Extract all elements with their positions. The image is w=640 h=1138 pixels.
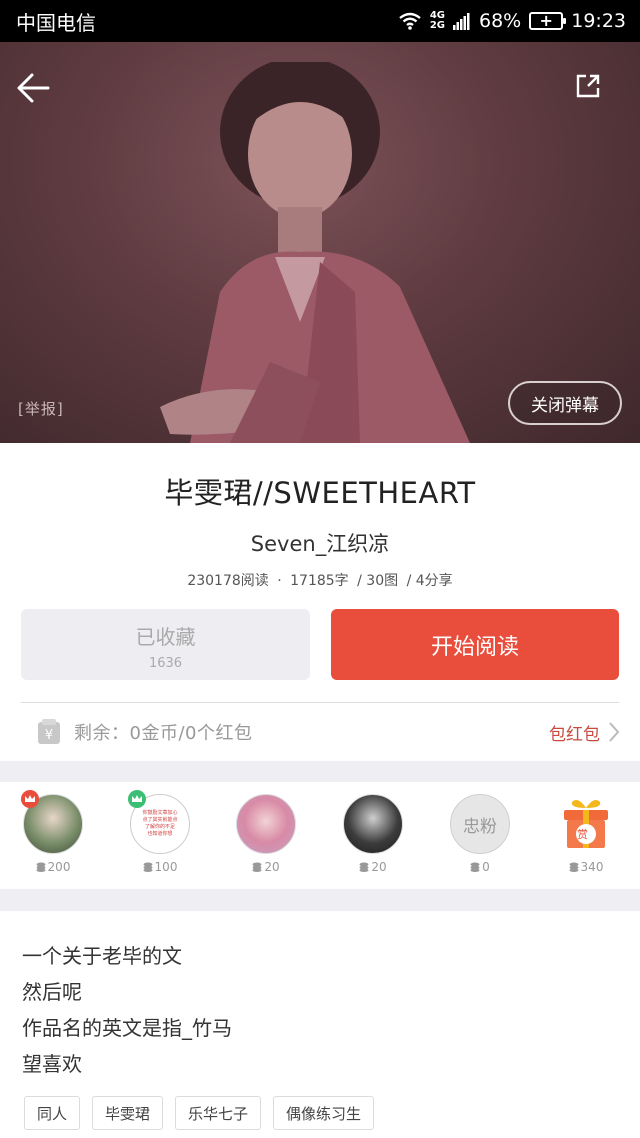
fan-amount: 0 [448, 860, 512, 874]
coin-yen-icon: ¥ [38, 719, 60, 744]
fan-amount: 100 [128, 860, 192, 874]
clock: 19:23 [571, 10, 626, 32]
balance-text: 剩余：0金币/0个红包 [74, 723, 253, 744]
section-gap [0, 761, 640, 782]
section-gap [0, 889, 640, 911]
author-name[interactable]: Seven_江织凉 [0, 528, 640, 558]
crown-badge-icon [21, 790, 39, 808]
share-count: / 4分享 [406, 573, 453, 589]
redpack-label: 包红包 [549, 724, 600, 745]
tag-item[interactable]: 偶像练习生 [273, 1096, 375, 1130]
avatar [343, 794, 403, 854]
description-line: 一个关于老毕的文 [22, 944, 182, 968]
word-count: 17185字 [290, 573, 349, 589]
fan-amount: 20 [341, 860, 405, 874]
favorite-label: 已收藏 [135, 625, 196, 649]
wifi-icon [399, 12, 421, 30]
work-description: 一个关于老毕的文 然后呢 作品名的英文是指_竹马 望喜欢 [22, 938, 622, 1082]
loyal-fan-avatar: 忠粉 [450, 794, 510, 854]
carrier-label: 中国电信 [16, 10, 96, 35]
fans-row: 200 你鼓励文章加心 点了其实就能点 了解你的不足 也知道你想 100 20 [0, 782, 640, 889]
gift-icon: 赏 [556, 794, 616, 854]
description-line: 然后呢 [22, 980, 82, 1004]
coin-stack-icon [359, 862, 369, 872]
description-line: 作品名的英文是指_竹马 [22, 1016, 232, 1040]
report-link[interactable]: [举报] [18, 398, 64, 419]
favorite-count: 1636 [148, 656, 183, 671]
fan-amount: 340 [554, 860, 618, 874]
favorite-button[interactable]: 已收藏 1636 [21, 609, 310, 680]
tag-list: 同人 毕雯珺 乐华七子 偶像练习生 [24, 1096, 375, 1130]
balance-row[interactable]: ¥ 剩余：0金币/0个红包 包红包 [0, 703, 640, 761]
fan-item[interactable]: 200 [21, 790, 85, 874]
avatar [236, 794, 296, 854]
fan-amount: 20 [234, 860, 298, 874]
coin-stack-icon [252, 862, 262, 872]
avatar [21, 790, 83, 854]
share-external-icon[interactable] [574, 72, 602, 100]
tag-item[interactable]: 乐华七子 [175, 1096, 262, 1130]
coin-stack-icon [569, 862, 579, 872]
separator-dot: · [277, 573, 282, 589]
fan-item[interactable]: 忠粉 0 [448, 794, 512, 874]
fan-item[interactable]: 20 [341, 794, 405, 874]
work-title: 毕雯珺//SWEETHEART [164, 476, 476, 510]
cover-image: [举报] 关闭弹幕 [0, 42, 640, 443]
svg-text:¥: ¥ [45, 728, 53, 743]
coin-stack-icon [143, 862, 153, 872]
close-danmaku-button[interactable]: 关闭弹幕 [508, 381, 622, 425]
tag-item[interactable]: 同人 [24, 1096, 81, 1130]
read-count: 230178阅读 [187, 573, 269, 589]
back-arrow-icon[interactable] [14, 68, 54, 108]
coin-stack-icon [36, 862, 46, 872]
battery-percent: 68% [479, 10, 522, 32]
chevron-right-icon [609, 722, 620, 742]
description-line: 望喜欢 [22, 1052, 82, 1076]
start-reading-button[interactable]: 开始阅读 [331, 609, 619, 680]
fan-amount: 200 [21, 860, 85, 874]
cover-portrait [160, 62, 470, 443]
fan-item[interactable]: 20 [234, 794, 298, 874]
reward-gift-item[interactable]: 赏 340 [554, 794, 618, 874]
image-count: / 30图 [357, 573, 399, 589]
status-bar: 中国电信 4G 2G 68% + 19:23 [0, 0, 640, 42]
network-type: 4G 2G [429, 10, 445, 31]
crown-badge-icon [128, 790, 146, 808]
send-redpack-link[interactable]: 包红包 [549, 720, 620, 745]
status-icons: 4G 2G 68% + 19:23 [398, 10, 626, 32]
fan-item[interactable]: 你鼓励文章加心 点了其实就能点 了解你的不足 也知道你想 100 [128, 790, 192, 874]
battery-charging-icon: + [529, 12, 567, 30]
coin-stack-icon [470, 862, 480, 872]
tag-item[interactable]: 毕雯珺 [92, 1096, 164, 1130]
avatar: 你鼓励文章加心 点了其实就能点 了解你的不足 也知道你想 [128, 790, 190, 854]
signal-icon [453, 13, 470, 30]
work-stats: 230178阅读 · 17185字 / 30图 / 4分享 [0, 570, 640, 590]
